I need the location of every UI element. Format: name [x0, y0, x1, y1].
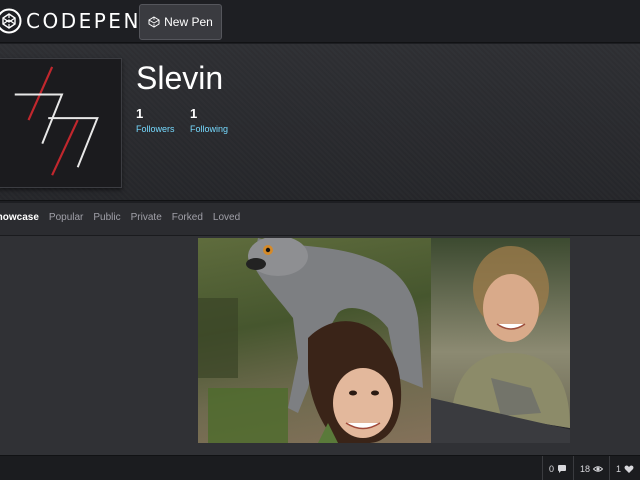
codepen-logo[interactable]: CODEPEN — [0, 8, 141, 34]
eye-icon — [592, 465, 603, 472]
profile-tabs: Showcase Popular Public Private Forked L… — [0, 203, 640, 236]
pen-stats: 0 18 1 — [541, 456, 640, 480]
comment-icon — [557, 464, 566, 473]
tab-private[interactable]: Private — [131, 212, 162, 223]
logo-text: CODEPEN — [26, 9, 141, 33]
profile-name: Slevin — [136, 60, 224, 96]
photo-zookeeper-art — [451, 246, 570, 428]
showcase-area — [0, 236, 640, 455]
photo-lemur-selfie-art — [198, 238, 423, 443]
likes-count: 1 — [615, 463, 621, 474]
showcase-pen-preview[interactable] — [198, 238, 570, 443]
likes-counter[interactable]: 1 — [608, 456, 640, 480]
tab-popular[interactable]: Popular — [49, 212, 83, 223]
following-link[interactable]: Following — [190, 124, 228, 134]
following-count: 1 — [190, 106, 198, 121]
profile-header: Slevin 1 Followers 1 Following — [0, 44, 640, 201]
followers-count: 1 — [136, 106, 144, 121]
new-pen-button[interactable]: New Pen — [139, 4, 222, 40]
codepen-small-icon — [148, 16, 160, 28]
tab-showcase[interactable]: Showcase — [0, 212, 39, 223]
tabs-list: Showcase Popular Public Private Forked L… — [0, 212, 250, 223]
top-nav-bar: CODEPEN New Pen — [0, 0, 640, 43]
following-stat[interactable]: 1 Following — [190, 106, 228, 134]
codepen-logo-icon — [0, 8, 22, 34]
comments-count: 0 — [548, 463, 554, 474]
tab-forked[interactable]: Forked — [172, 212, 203, 223]
followers-stat[interactable]: 1 Followers — [136, 106, 175, 134]
followers-link[interactable]: Followers — [136, 124, 175, 134]
new-pen-label: New Pen — [164, 15, 213, 29]
comments-counter[interactable]: 0 — [541, 456, 573, 480]
avatar[interactable] — [0, 58, 122, 188]
photo-lemur-selfie — [198, 238, 431, 443]
views-counter[interactable]: 18 — [572, 456, 609, 480]
photo-zookeeper — [431, 238, 570, 428]
heart-icon — [624, 464, 634, 473]
avatar-logo-image — [14, 66, 99, 176]
views-count: 18 — [579, 463, 590, 474]
pen-footer-bar: 0 18 1 — [0, 455, 640, 480]
tab-loved[interactable]: Loved — [213, 212, 240, 223]
tab-public[interactable]: Public — [93, 212, 120, 223]
